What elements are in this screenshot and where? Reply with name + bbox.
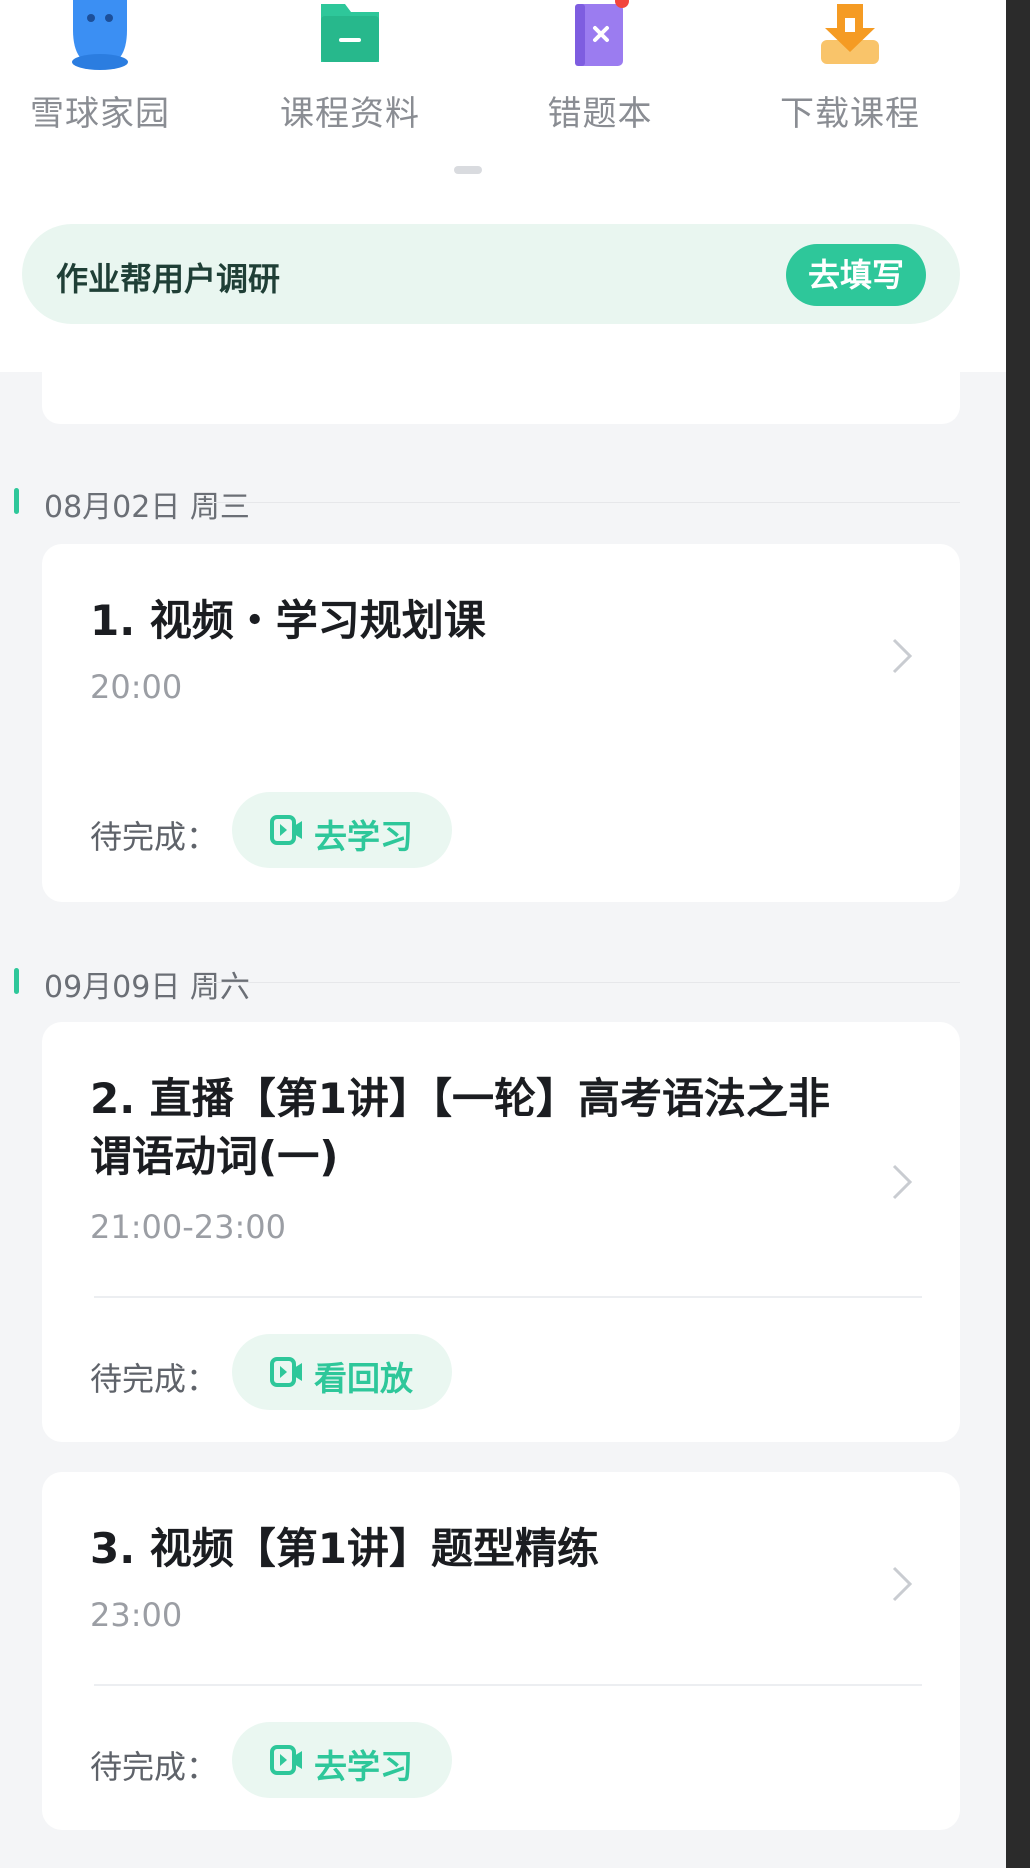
lesson-title: 3. 视频【第1讲】题型精练 <box>90 1524 600 1573</box>
action-label: 去学习 <box>314 1747 413 1786</box>
timeline-divider <box>196 982 960 983</box>
nav-item-course-materials[interactable]: 课程资料 <box>250 0 450 135</box>
download-icon <box>815 0 885 70</box>
date-header: 09月09日 周六 <box>0 962 1006 1005</box>
screen-edge-strip <box>1006 0 1030 1868</box>
nav-label: 错题本 <box>547 94 653 134</box>
lesson-time: 23:00 <box>90 1596 183 1634</box>
survey-banner[interactable]: 作业帮用户调研 去填写 <box>22 224 960 324</box>
go-study-button[interactable]: 去学习 <box>232 792 452 868</box>
nav-item-wrong-questions[interactable]: 错题本 <box>500 0 700 135</box>
date-label: 09月09日 周六 <box>44 970 250 1005</box>
date-header: 08月02日 周三 <box>0 482 1006 525</box>
status-label: 待完成： <box>90 818 219 856</box>
fill-survey-button[interactable]: 去填写 <box>786 244 926 306</box>
snowball-mascot-icon <box>65 0 135 70</box>
lesson-card[interactable]: 1. 视频・学习规划课 20:00 待完成： 去学习 <box>42 544 960 902</box>
top-panel: 雪球家园 课程资料 错题本 下载课程 作业帮用户调研 去填写 <box>0 0 1006 372</box>
chevron-right-icon <box>886 636 916 676</box>
nav-label: 雪球家园 <box>30 94 170 134</box>
action-label: 看回放 <box>314 1359 413 1398</box>
status-label: 待完成： <box>90 1748 219 1786</box>
chevron-right-icon <box>886 1564 916 1604</box>
survey-banner-text: 作业帮用户调研 <box>56 260 281 298</box>
video-icon <box>270 1744 304 1776</box>
go-study-button[interactable]: 去学习 <box>232 1722 452 1798</box>
lesson-title: 2. 直播【第1讲】【一轮】高考语法之非谓语动词(一) <box>90 1074 831 1181</box>
date-label: 08月02日 周三 <box>44 490 250 525</box>
card-divider <box>94 1296 922 1298</box>
drag-handle[interactable] <box>454 166 482 174</box>
lesson-card[interactable]: 2. 直播【第1讲】【一轮】高考语法之非谓语动词(一) 21:00-23:00 … <box>42 1022 960 1442</box>
card-divider <box>94 1684 922 1686</box>
quick-nav: 雪球家园 课程资料 错题本 下载课程 <box>0 0 1006 140</box>
status-label: 待完成： <box>90 1360 219 1398</box>
notebook-icon <box>565 0 635 70</box>
nav-item-snowball-home[interactable]: 雪球家园 <box>0 0 200 135</box>
nav-label: 下载课程 <box>780 94 920 134</box>
action-label: 去学习 <box>314 817 413 856</box>
lesson-title: 1. 视频・学习规划课 <box>90 596 486 645</box>
folder-icon <box>315 0 385 70</box>
watch-replay-button[interactable]: 看回放 <box>232 1334 452 1410</box>
timeline-marker <box>14 488 19 514</box>
video-icon <box>270 814 304 846</box>
video-icon <box>270 1356 304 1388</box>
lesson-card[interactable]: 3. 视频【第1讲】题型精练 23:00 待完成： 去学习 <box>42 1472 960 1830</box>
nav-label: 课程资料 <box>280 94 420 134</box>
timeline-divider <box>196 502 960 503</box>
lesson-time: 21:00-23:00 <box>90 1208 286 1246</box>
nav-item-download-courses[interactable]: 下载课程 <box>750 0 950 135</box>
chevron-right-icon <box>886 1162 916 1202</box>
previous-card-partial <box>42 372 960 424</box>
lesson-time: 20:00 <box>90 668 183 706</box>
timeline-marker <box>14 968 19 994</box>
